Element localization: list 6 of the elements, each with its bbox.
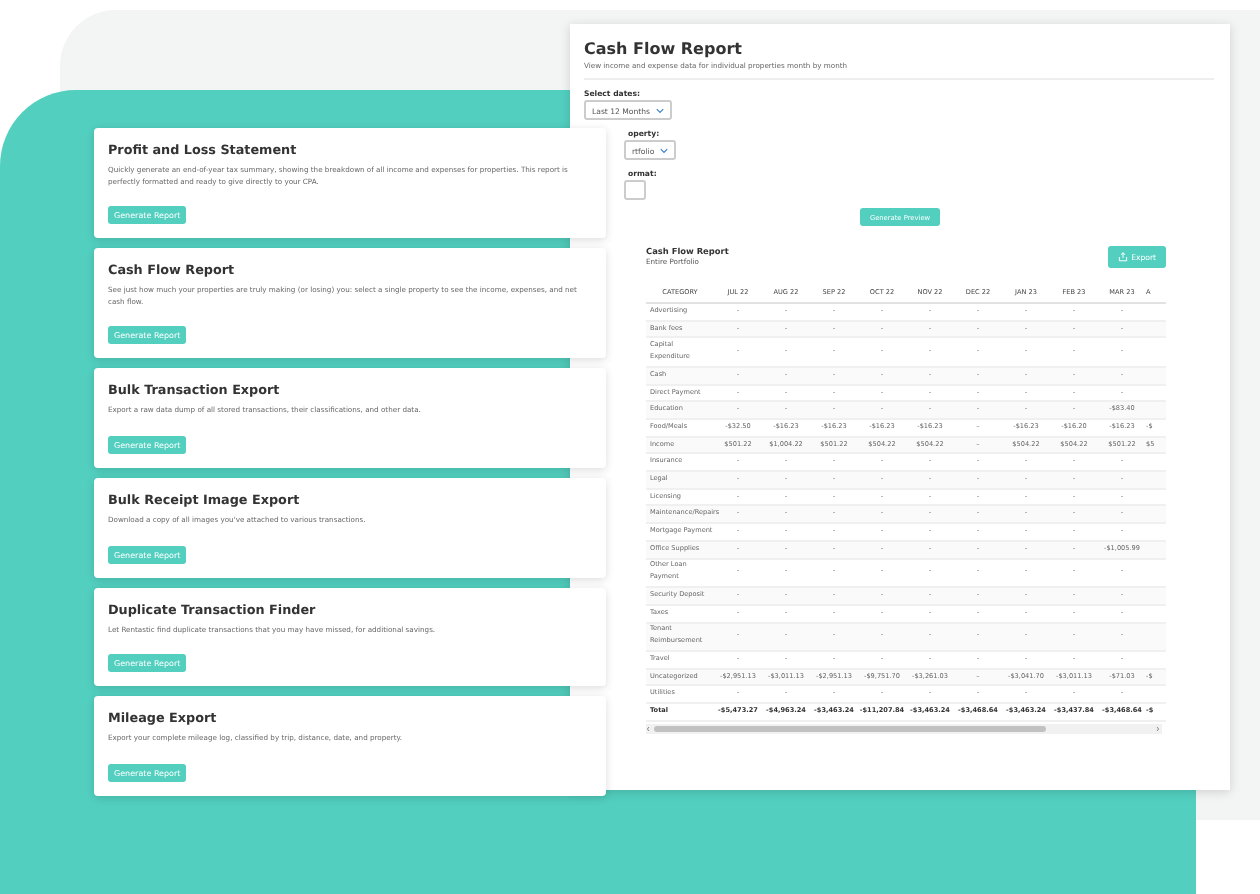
chevron-icon: [656, 107, 665, 113]
scrollbar[interactable]: [646, 723, 1162, 734]
page-title: Cash Flow Report: [584, 40, 744, 58]
input-field[interactable]: [624, 180, 646, 200]
share-icon: [1117, 252, 1128, 262]
chevron-icon: [660, 147, 669, 153]
